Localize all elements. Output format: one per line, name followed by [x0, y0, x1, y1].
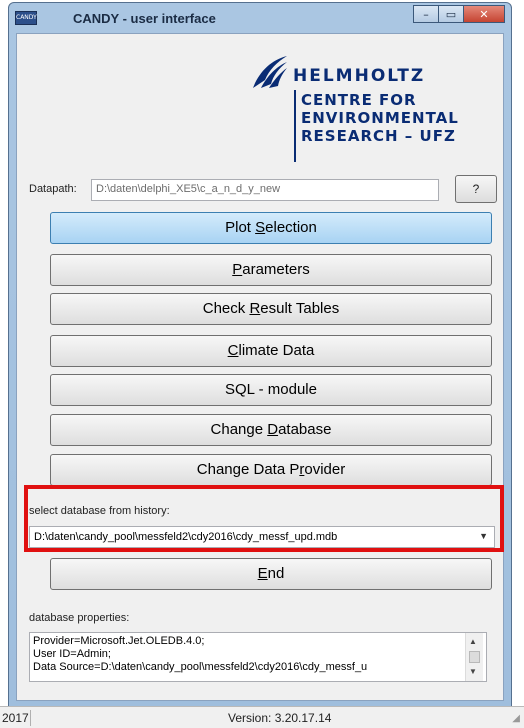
button-label: esult Tables [260, 300, 340, 317]
help-button[interactable]: ? [455, 175, 497, 203]
button-label: Check [202, 300, 250, 317]
logo-subtitle-line: RESEARCH – UFZ [301, 127, 456, 145]
status-divider [30, 710, 31, 726]
properties-label: database properties: [29, 612, 130, 624]
status-version: Version: 3.20.17.14 [228, 711, 332, 725]
properties-scrollbar[interactable]: ▲ ▼ [465, 633, 483, 681]
chevron-down-icon[interactable]: ▼ [479, 531, 488, 541]
button-label: arameters [242, 261, 310, 278]
logo-subtitle: CENTRE FOR ENVIRONMENTAL RESEARCH – UFZ [301, 91, 459, 145]
button-label: Plot [225, 219, 256, 236]
title-bar[interactable]: CANDY CANDY - user interface – ▭ ✕ [9, 3, 511, 33]
history-label: select database from history: [29, 505, 170, 517]
scroll-thumb[interactable] [469, 651, 480, 663]
button-accesskey: R [249, 300, 261, 317]
climate-data-button[interactable]: Climate Data [50, 335, 492, 367]
window-title: CANDY - user interface [73, 11, 216, 26]
properties-textarea[interactable]: Provider=Microsoft.Jet.OLEDB.4.0; User I… [29, 632, 487, 682]
check-result-tables-button[interactable]: Check Result Tables [50, 293, 492, 325]
logo-subtitle-line: CENTRE FOR [301, 91, 417, 109]
button-accesskey: S [255, 219, 266, 236]
button-label: atabase [278, 421, 332, 438]
status-year: 2017 [2, 711, 29, 725]
button-accesskey: C [227, 342, 239, 359]
button-label: SQL - module [225, 381, 317, 398]
history-select[interactable]: D:\daten\candy_pool\messfeld2\cdy2016\cd… [29, 526, 495, 548]
end-button[interactable]: End [50, 558, 492, 590]
button-accesskey: E [257, 565, 268, 582]
button-label: limate Data [238, 342, 315, 359]
app-window: CANDY CANDY - user interface – ▭ ✕ HELMH… [8, 2, 512, 708]
button-accesskey: P [232, 261, 243, 278]
history-selected-value: D:\daten\candy_pool\messfeld2\cdy2016\cd… [34, 531, 338, 543]
button-label: nd [267, 565, 285, 582]
status-bar: 2017 Version: 3.20.17.14 ◢ [0, 706, 524, 728]
button-label: Change [210, 421, 268, 438]
sql-module-button[interactable]: SQL - module [50, 374, 492, 406]
resize-grip-icon[interactable]: ◢ [512, 713, 520, 724]
parameters-button[interactable]: Parameters [50, 254, 492, 286]
minimize-button[interactable]: – [413, 5, 439, 23]
datapath-label: Datapath: [29, 183, 77, 195]
button-label: ovider [304, 461, 346, 478]
helmholtz-logo: HELMHOLTZ CENTRE FOR ENVIRONMENTAL RESEA… [249, 54, 499, 164]
button-label: election [265, 219, 317, 236]
helmholtz-swoosh-icon [253, 56, 287, 88]
maximize-button[interactable]: ▭ [438, 5, 464, 23]
logo-name: HELMHOLTZ [293, 66, 426, 86]
logo-subtitle-line: ENVIRONMENTAL [301, 109, 459, 127]
close-button[interactable]: ✕ [463, 5, 505, 23]
button-accesskey: D [267, 421, 279, 438]
scroll-down-icon[interactable]: ▼ [469, 667, 477, 676]
datapath-input[interactable]: D:\daten\delphi_XE5\c_a_n_d_y_new [91, 179, 439, 201]
plot-selection-button[interactable]: Plot Selection [50, 212, 492, 244]
change-database-button[interactable]: Change Database [50, 414, 492, 446]
app-icon: CANDY [15, 11, 37, 25]
main-panel: HELMHOLTZ CENTRE FOR ENVIRONMENTAL RESEA… [16, 33, 504, 701]
logo-divider [294, 90, 296, 162]
change-data-provider-button[interactable]: Change Data Provider [50, 454, 492, 486]
scroll-up-icon[interactable]: ▲ [469, 637, 477, 646]
window-controls: – ▭ ✕ [413, 5, 505, 23]
button-label: Change Data P [196, 461, 300, 478]
